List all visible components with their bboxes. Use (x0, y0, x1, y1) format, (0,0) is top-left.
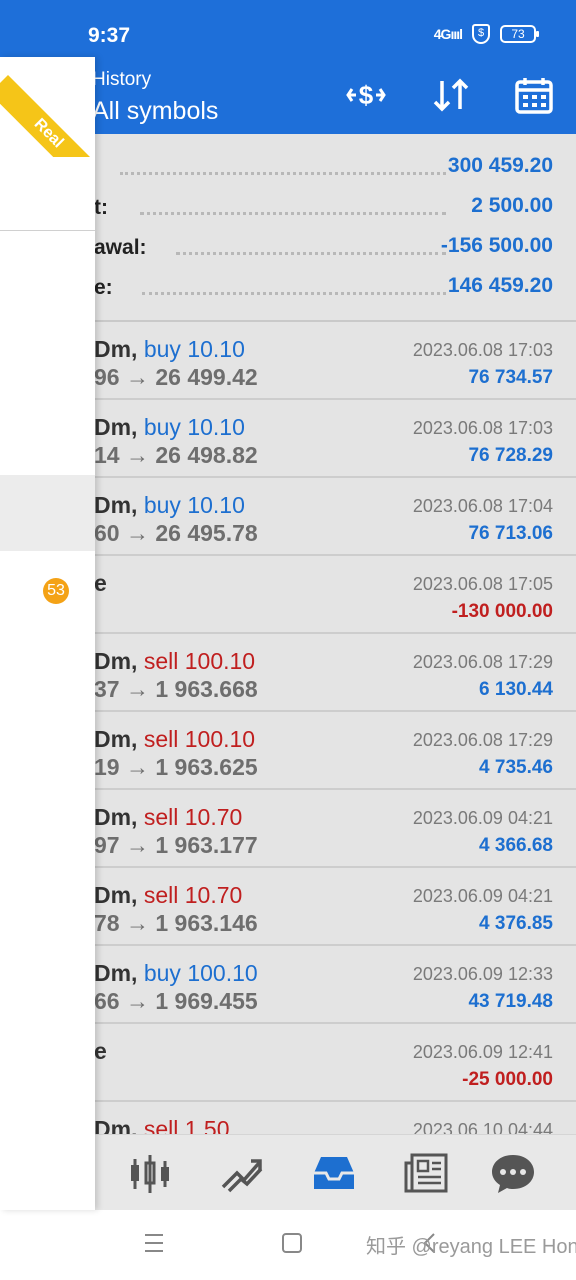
watermark: 知乎 @reyang LEE Hong (366, 1236, 576, 1258)
signal-icon: 4Gıııl (433, 26, 463, 42)
deal-type-volume: sell 100.10 (143, 648, 256, 674)
status-time: 9:37 (88, 24, 131, 47)
deal-symbol: Dm, (94, 336, 138, 362)
deal-profit: -25 000.00 (462, 1069, 553, 1090)
deal-prices: 97 → 1 963.177 (94, 832, 258, 858)
summary-value: 146 459.20 (447, 274, 553, 297)
deal-profit: 4 735.46 (479, 757, 553, 778)
drawer-divider (0, 230, 95, 231)
deal-profit: 4 376.85 (479, 913, 553, 934)
deal-prices: 66 → 1 969.455 (94, 988, 258, 1014)
deal-type-volume: sell 10.70 (143, 882, 243, 908)
home-nav-icon[interactable] (282, 1232, 302, 1259)
status-icons: 4Gıııl $ 73 (433, 24, 539, 44)
deal-time: 2023.06.08 17:03 (412, 340, 553, 360)
news-icon[interactable] (401, 1149, 451, 1197)
side-drawer[interactable]: Real 53 (0, 57, 95, 1210)
vpn-shield-icon: $ (472, 24, 490, 44)
svg-text:$: $ (359, 80, 374, 110)
deal-time: 2023.06.08 17:04 (412, 496, 553, 516)
status-bar: 9:37 4Gıııl $ 73 (0, 0, 576, 57)
deal-profit: 76 734.57 (468, 367, 553, 388)
deal-symbol: Dm, (94, 492, 138, 518)
deal-type-volume: sell 100.10 (143, 726, 256, 752)
deal-profit: 4 366.68 (479, 835, 553, 856)
account-type-ribbon: Real (0, 57, 95, 157)
deal-prices: 96 → 26 499.42 (94, 364, 258, 390)
deal-time: 2023.06.09 12:41 (412, 1042, 553, 1062)
deal-symbol: Dm, (94, 414, 138, 440)
chat-icon[interactable] (488, 1149, 538, 1197)
deal-symbol: Dm, (94, 648, 138, 674)
deal-symbol: Dm, (94, 882, 138, 908)
deal-symbol: Dm, (94, 1116, 138, 1134)
trade-history-icon[interactable] (309, 1149, 359, 1197)
quotes-icon[interactable] (125, 1149, 175, 1197)
calendar-icon[interactable] (512, 75, 556, 115)
deal-type-volume: buy 10.10 (143, 336, 245, 362)
deal-symbol: Dm, (94, 804, 138, 830)
deal-prices: 14 → 26 498.82 (94, 442, 258, 468)
sort-icon[interactable] (429, 75, 473, 115)
summary-value: 300 459.20 (447, 154, 553, 177)
drawer-item-selected[interactable] (0, 475, 95, 551)
deal-type-volume: sell 1.50 (143, 1116, 230, 1134)
deal-type-volume: buy 100.10 (143, 960, 258, 986)
deal-symbol: e (94, 570, 107, 596)
deal-symbol: Dm, (94, 960, 138, 986)
battery-icon: 73 (500, 25, 539, 43)
deal-profit: 6 130.44 (479, 679, 553, 700)
deal-type-volume: buy 10.10 (143, 492, 245, 518)
ribbon-label: Real (0, 75, 95, 157)
deal-profit: 76 728.29 (468, 445, 553, 466)
notification-badge: 53 (43, 578, 69, 604)
deal-prices: 37 → 1 963.668 (94, 676, 258, 702)
summary-label: t: (94, 196, 108, 219)
dot-leader (120, 172, 446, 176)
dot-leader (142, 292, 446, 296)
deal-time: 2023.06.09 12:33 (412, 964, 553, 984)
deal-type-volume: sell 10.70 (143, 804, 243, 830)
deal-prices: 60 → 26 495.78 (94, 520, 258, 546)
deal-prices: 78 → 1 963.146 (94, 910, 258, 936)
deal-symbol: Dm, (94, 726, 138, 752)
deal-time: 2023.06.08 17:29 (412, 730, 553, 750)
summary-label: e: (94, 276, 113, 299)
deal-type-volume: buy 10.10 (143, 414, 245, 440)
header-subtitle: History (92, 69, 152, 90)
deal-time: 2023.06.08 17:29 (412, 652, 553, 672)
dot-leader (176, 252, 446, 256)
summary-value: -156 500.00 (440, 234, 553, 257)
deal-time: 2023.06.08 17:05 (412, 574, 553, 594)
summary-label: awal: (94, 236, 147, 259)
dot-leader (140, 212, 446, 216)
deal-time: 2023.06.10 04:44 (412, 1120, 553, 1134)
header-title[interactable]: All symbols (92, 97, 218, 126)
network-type: 4G (433, 26, 452, 42)
deal-profit: 76 713.06 (468, 523, 553, 544)
summary-value: 2 500.00 (471, 194, 553, 217)
deal-symbol: e (94, 1038, 107, 1064)
deal-time: 2023.06.08 17:03 (412, 418, 553, 438)
deal-prices: 19 → 1 963.625 (94, 754, 258, 780)
deal-profit: -130 000.00 (451, 601, 553, 622)
menu-nav-icon[interactable] (144, 1232, 164, 1259)
deal-time: 2023.06.09 04:21 (412, 886, 553, 906)
deal-time: 2023.06.09 04:21 (412, 808, 553, 828)
currency-exchange-icon[interactable]: $ (344, 75, 388, 115)
deal-profit: 43 719.48 (468, 991, 553, 1012)
chart-icon[interactable] (217, 1149, 267, 1197)
